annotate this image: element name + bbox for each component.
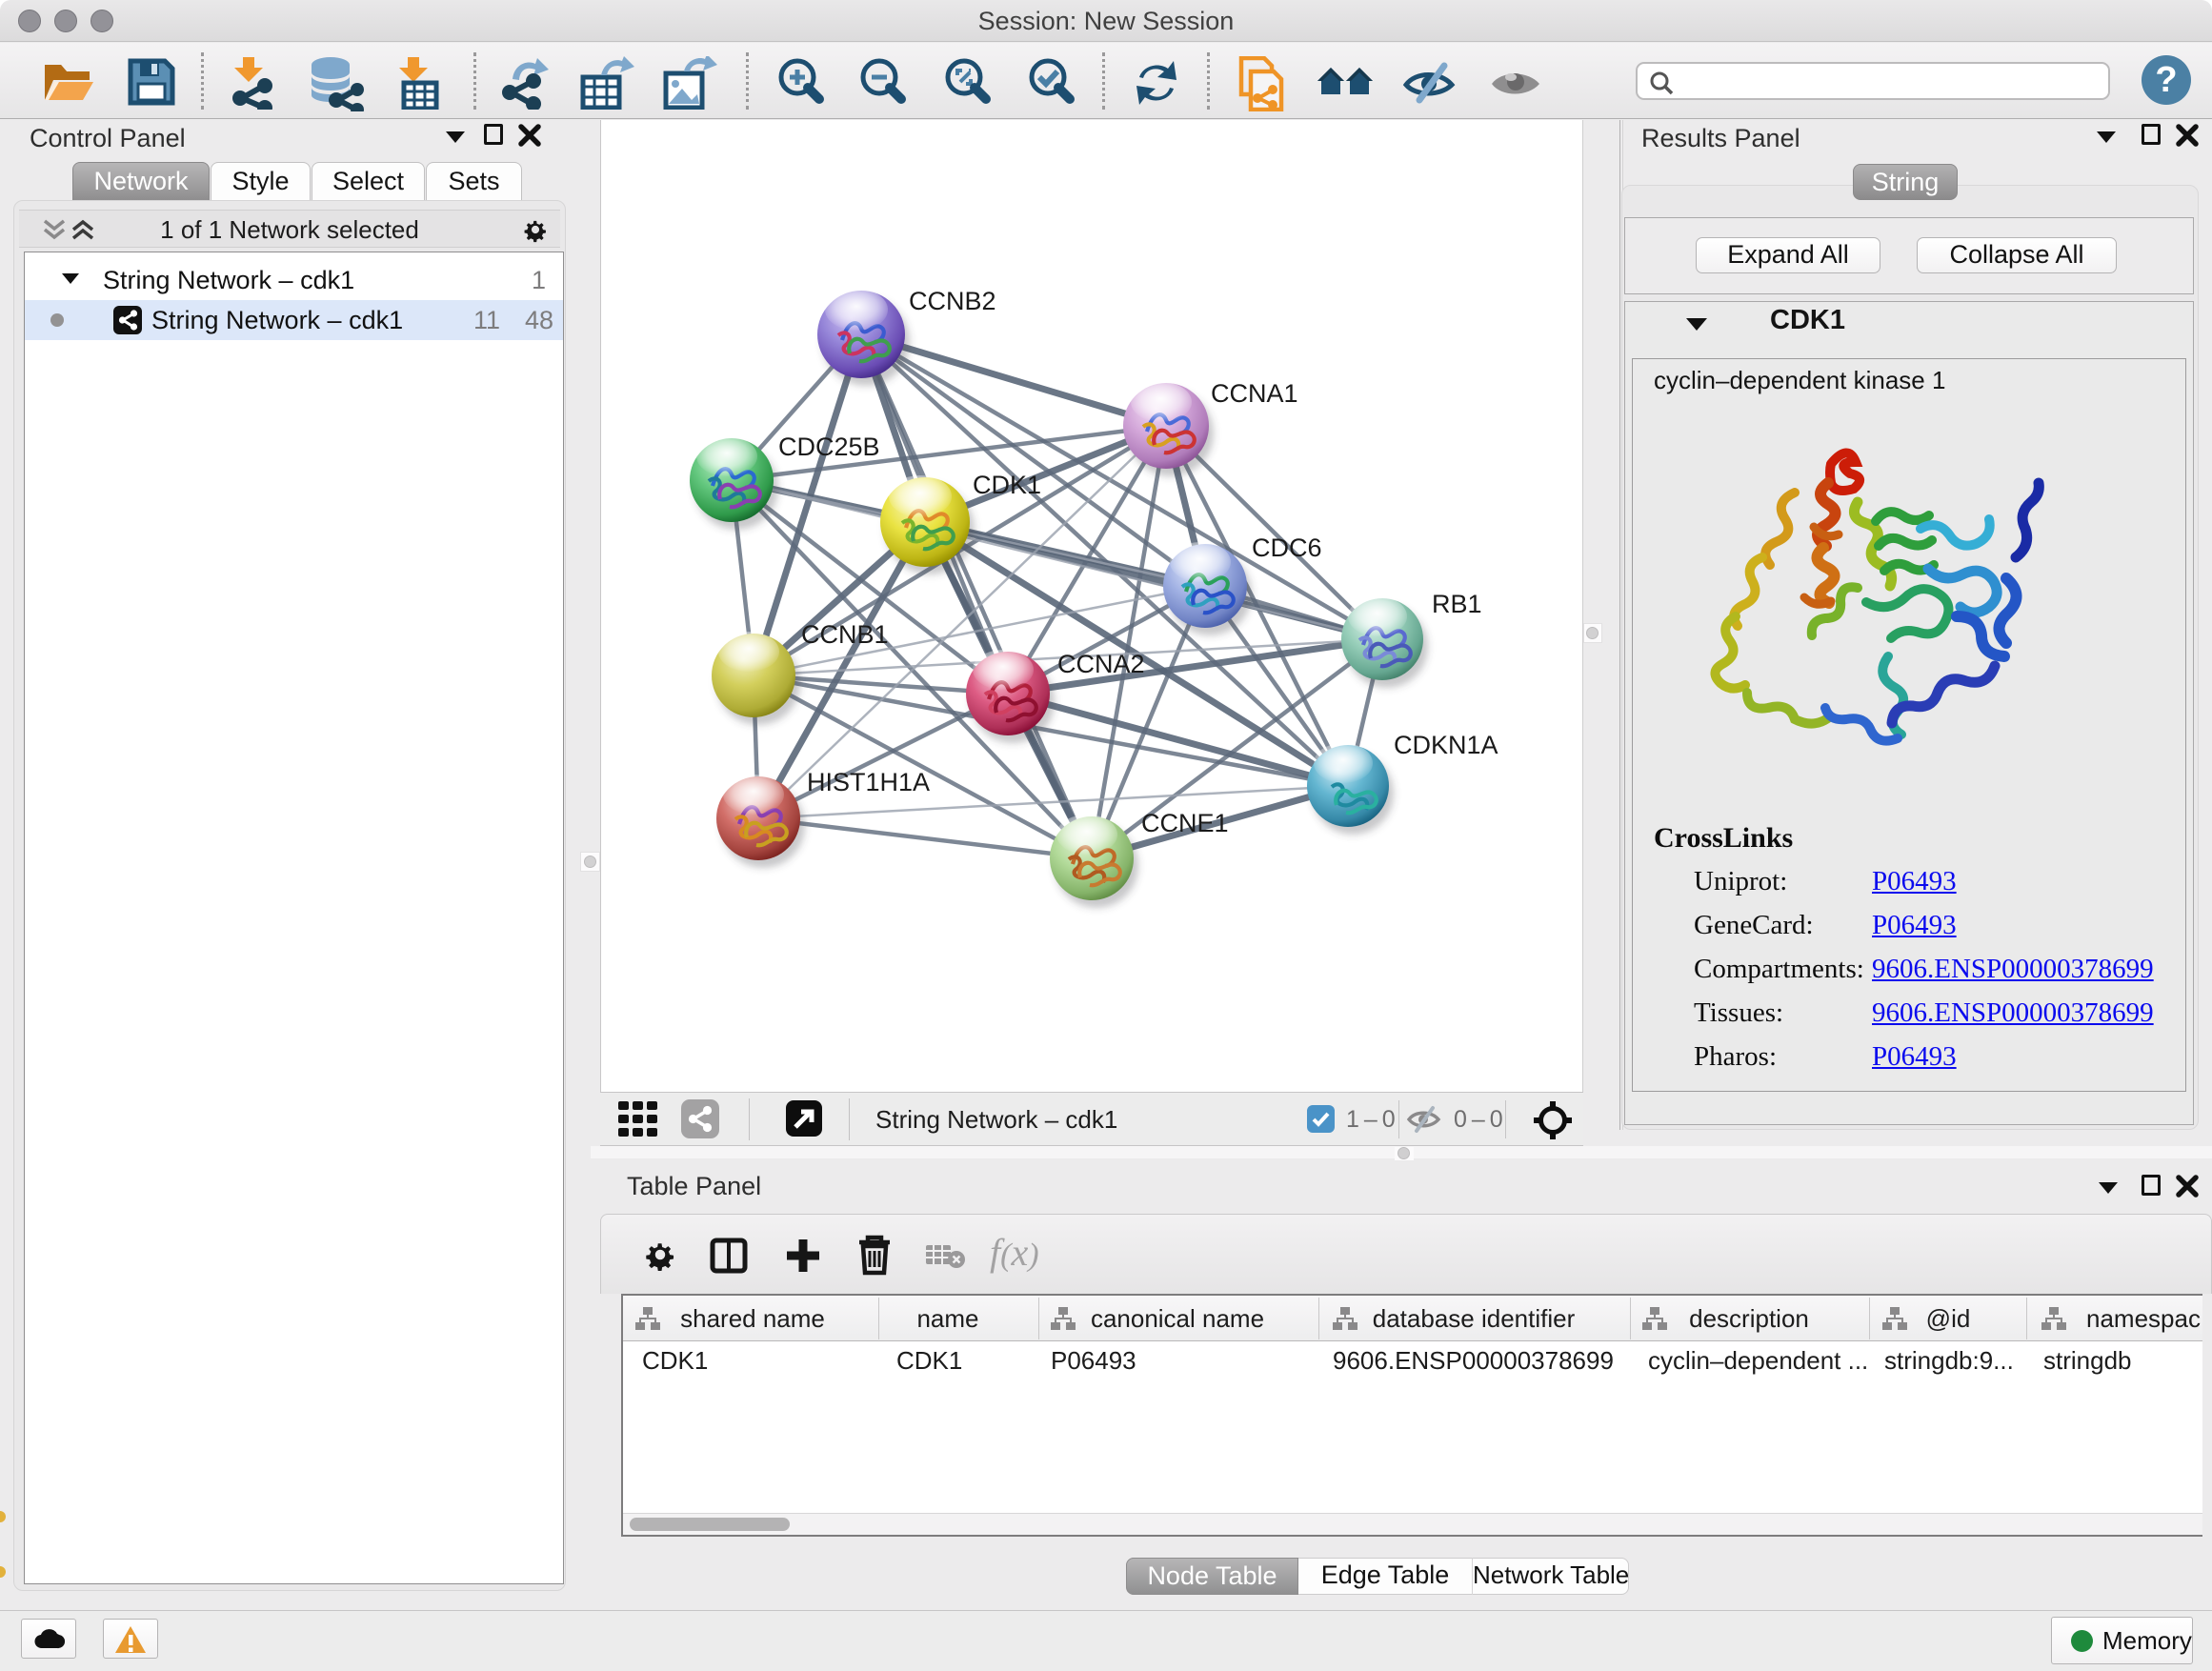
svg-text:CDC6: CDC6 (1252, 534, 1322, 562)
svg-text:cyclin–dependent ...: cyclin–dependent ... (1648, 1346, 1868, 1375)
svg-text:@id: @id (1926, 1304, 1971, 1333)
svg-text:HIST1H1A: HIST1H1A (807, 768, 930, 796)
svg-text:CCNE1: CCNE1 (1141, 809, 1229, 837)
svg-text:9606.ENSP00000378699: 9606.ENSP00000378699 (1333, 1346, 1614, 1375)
svg-text:CCNB2: CCNB2 (909, 287, 996, 315)
svg-text:CDK1: CDK1 (642, 1346, 708, 1375)
svg-text:CDK1: CDK1 (896, 1346, 962, 1375)
svg-text:RB1: RB1 (1432, 590, 1482, 618)
svg-text:stringdb: stringdb (2043, 1346, 2132, 1375)
svg-text:CCNA2: CCNA2 (1057, 650, 1145, 678)
svg-text:database identifier: database identifier (1373, 1304, 1576, 1333)
svg-text:description: description (1689, 1304, 1809, 1333)
svg-text:namespac: namespac (2086, 1304, 2201, 1333)
svg-text:shared name: shared name (680, 1304, 825, 1333)
svg-text:canonical name: canonical name (1091, 1304, 1264, 1333)
svg-text:CDKN1A: CDKN1A (1394, 731, 1498, 759)
svg-text:CCNB1: CCNB1 (801, 620, 889, 649)
svg-text:P06493: P06493 (1051, 1346, 1136, 1375)
svg-text:name: name (916, 1304, 978, 1333)
svg-text:CCNA1: CCNA1 (1211, 379, 1298, 408)
svg-text:CDC25B: CDC25B (778, 433, 880, 461)
svg-text:CDK1: CDK1 (973, 471, 1041, 499)
svg-text:stringdb:9...: stringdb:9... (1884, 1346, 2014, 1375)
